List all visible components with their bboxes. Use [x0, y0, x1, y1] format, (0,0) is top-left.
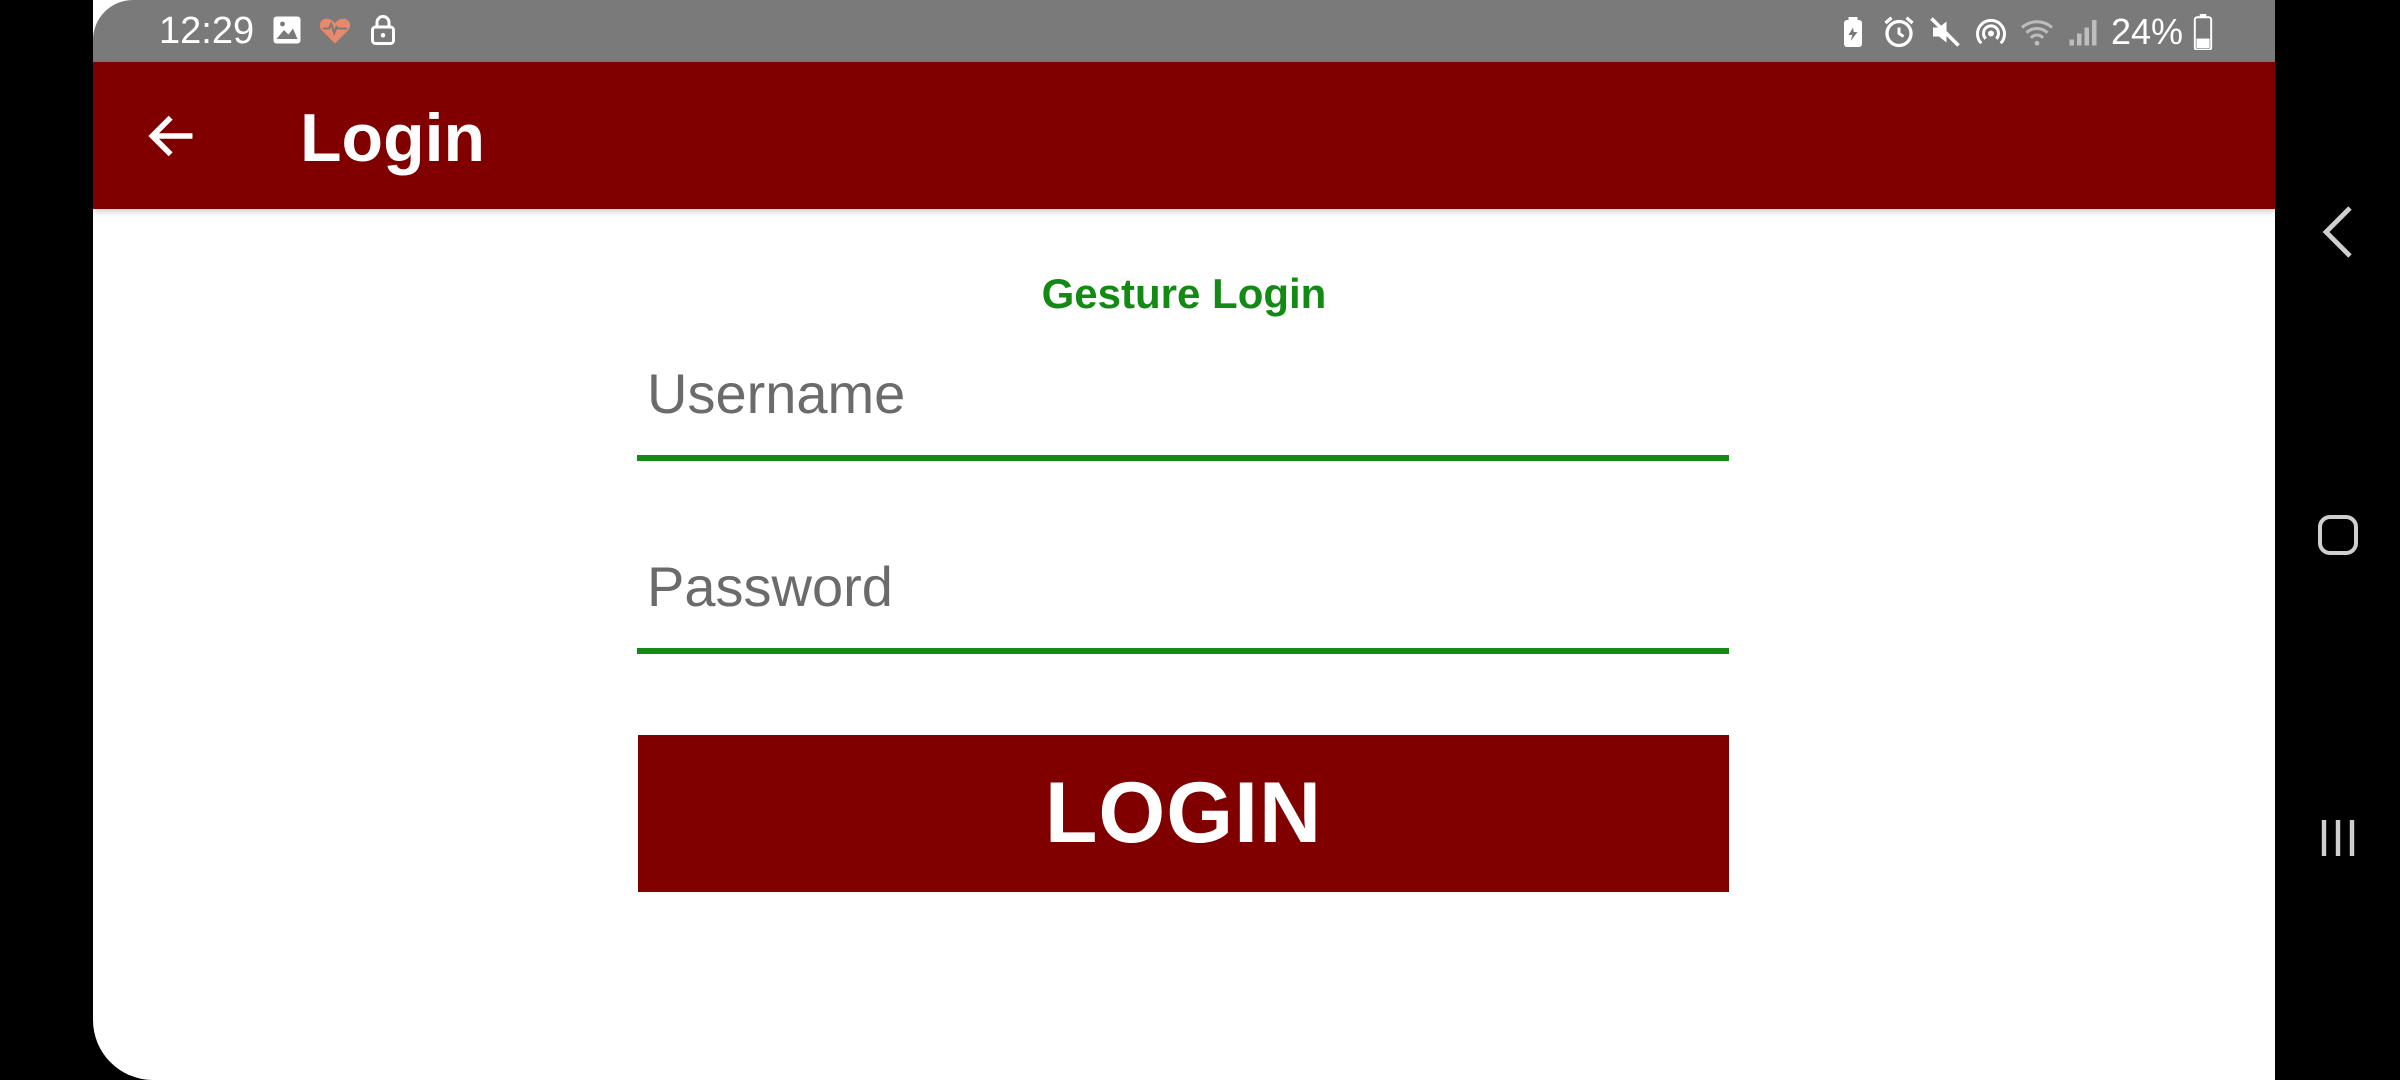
wifi-icon — [2020, 20, 2053, 46]
battery-icon — [2193, 14, 2213, 50]
app-bar: Login — [93, 62, 2275, 209]
mute-icon — [1930, 17, 1960, 47]
battery-percentage: 24% — [2110, 11, 2183, 52]
password-input[interactable] — [637, 542, 1729, 654]
alarm-icon — [1884, 16, 1914, 48]
lock-icon — [371, 15, 395, 45]
gesture-login-link[interactable]: Gesture Login — [93, 269, 2275, 319]
password-field-container — [637, 542, 1729, 654]
nav-back-button[interactable] — [2275, 172, 2400, 292]
signal-icon — [2069, 20, 2097, 46]
nav-home-button[interactable] — [2275, 475, 2400, 595]
nav-recent-apps-button[interactable] — [2275, 778, 2400, 898]
device-frame: 12:29 24% Login Gesture Login Username L… — [0, 0, 2400, 1080]
back-button[interactable] — [135, 100, 207, 172]
username-field-container — [637, 349, 1729, 461]
status-notification-icons — [269, 12, 401, 48]
nav-home-icon — [2317, 515, 2358, 555]
page-title: Login — [300, 100, 486, 176]
app-screen: 12:29 24% Login Gesture Login Username L… — [93, 0, 2275, 1080]
login-button[interactable]: LOGIN — [638, 735, 1729, 892]
nav-recent-apps-icon — [2321, 820, 2354, 856]
image-icon — [273, 16, 301, 44]
battery-saver-icon — [1843, 17, 1862, 47]
status-bar: 12:29 24% — [93, 0, 2275, 62]
system-navigation-bar — [2275, 0, 2400, 1080]
username-input[interactable] — [637, 349, 1729, 461]
arrow-left-icon — [148, 115, 193, 157]
hotspot-icon — [1976, 18, 2006, 45]
login-form: Gesture Login LOGIN — [93, 209, 2275, 1080]
status-time: 12:29 — [159, 10, 255, 52]
status-system-icons: 24% — [1835, 10, 2213, 54]
heart-rate-icon — [319, 18, 351, 44]
nav-back-icon — [2322, 206, 2352, 258]
